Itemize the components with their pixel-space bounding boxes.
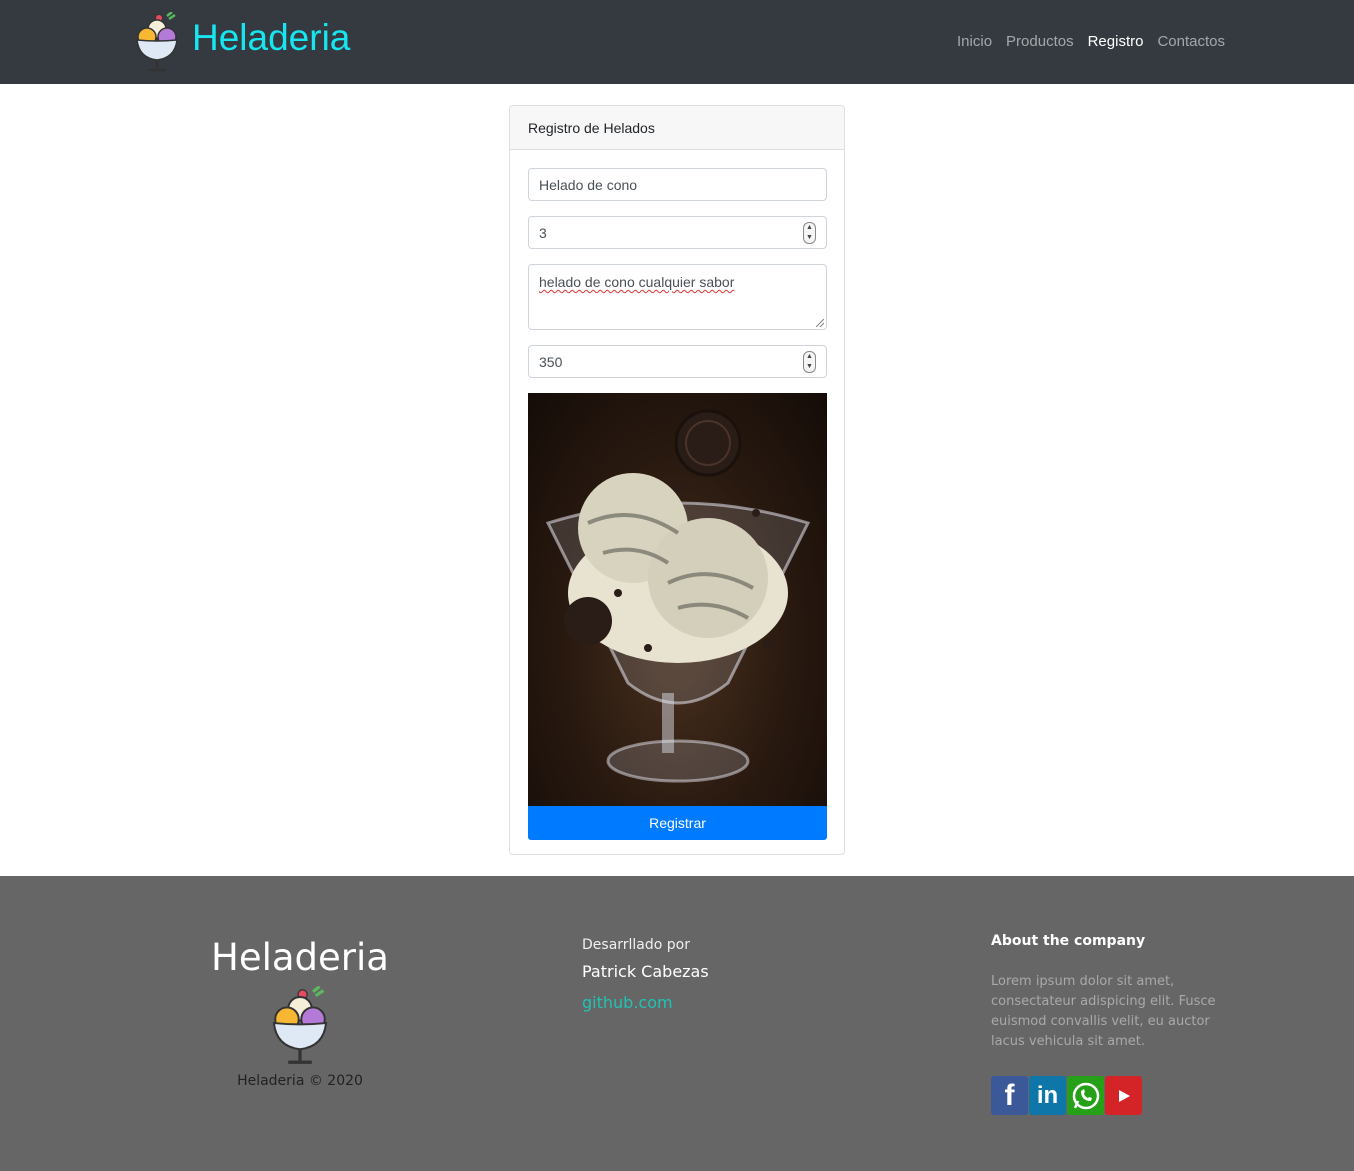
nav-link-productos[interactable]: Productos xyxy=(1006,33,1074,50)
github-link[interactable]: github.com xyxy=(582,993,673,1012)
whatsapp-icon[interactable] xyxy=(1067,1076,1104,1115)
quantity-input[interactable]: 3 ▲ ▼ xyxy=(528,216,827,249)
name-input-value: Helado de cono xyxy=(539,177,638,193)
social-links: f in xyxy=(991,1076,1142,1115)
price-input[interactable]: 350 ▲ ▼ xyxy=(528,345,827,378)
youtube-icon[interactable] xyxy=(1105,1076,1142,1115)
description-value: helado de cono cualquier sabor xyxy=(539,274,735,290)
chevron-up-icon[interactable]: ▲ xyxy=(804,352,815,362)
card-header: Registro de Helados xyxy=(510,106,844,150)
navbar: Heladeria Inicio Productos Registro Cont… xyxy=(0,0,1354,84)
description-textarea[interactable]: helado de cono cualquier sabor xyxy=(528,264,827,330)
ice-cream-photo xyxy=(528,393,827,806)
chevron-down-icon[interactable]: ▼ xyxy=(804,362,815,372)
name-input[interactable]: Helado de cono xyxy=(528,168,827,201)
linkedin-icon[interactable]: in xyxy=(1029,1076,1066,1115)
facebook-icon[interactable]: f xyxy=(991,1076,1028,1115)
developer-label: Desarrllado por xyxy=(582,937,691,953)
footer: Heladeria Heladeria © 2020 Desarrllado p… xyxy=(0,876,1354,1171)
nav-link-contactos[interactable]: Contactos xyxy=(1157,33,1225,50)
card-body: Helado de cono 3 ▲ ▼ helado de cono cual… xyxy=(510,150,844,840)
price-spinner[interactable]: ▲ ▼ xyxy=(803,351,816,373)
footer-copyright: Heladeria © 2020 xyxy=(237,1073,363,1089)
quantity-spinner[interactable]: ▲ ▼ xyxy=(803,222,816,244)
brand-title: Heladeria xyxy=(192,17,351,58)
price-input-value: 350 xyxy=(539,354,563,370)
ice-cream-logo-icon xyxy=(136,12,178,72)
ice-cream-sundae-image xyxy=(545,409,811,783)
registration-card: Registro de Helados Helado de cono 3 ▲ ▼… xyxy=(509,105,845,855)
chevron-down-icon[interactable]: ▼ xyxy=(804,233,815,243)
brand-link[interactable]: Heladeria xyxy=(134,12,350,74)
chevron-up-icon[interactable]: ▲ xyxy=(804,223,815,233)
quantity-input-value: 3 xyxy=(539,225,547,241)
nav-menu: Inicio Productos Registro Contactos xyxy=(957,33,1225,50)
resize-handle-icon[interactable] xyxy=(816,319,824,327)
nav-link-registro[interactable]: Registro xyxy=(1088,33,1144,50)
footer-title: Heladeria xyxy=(211,936,389,979)
about-text: Lorem ipsum dolor sit amet, consectateur… xyxy=(991,974,1216,1049)
submit-button[interactable]: Registrar xyxy=(528,806,827,840)
nav-link-inicio[interactable]: Inicio xyxy=(957,33,992,50)
ice-cream-logo-icon xyxy=(272,986,328,1064)
about-title: About the company xyxy=(991,933,1146,949)
developer-name: Patrick Cabezas xyxy=(582,962,709,981)
